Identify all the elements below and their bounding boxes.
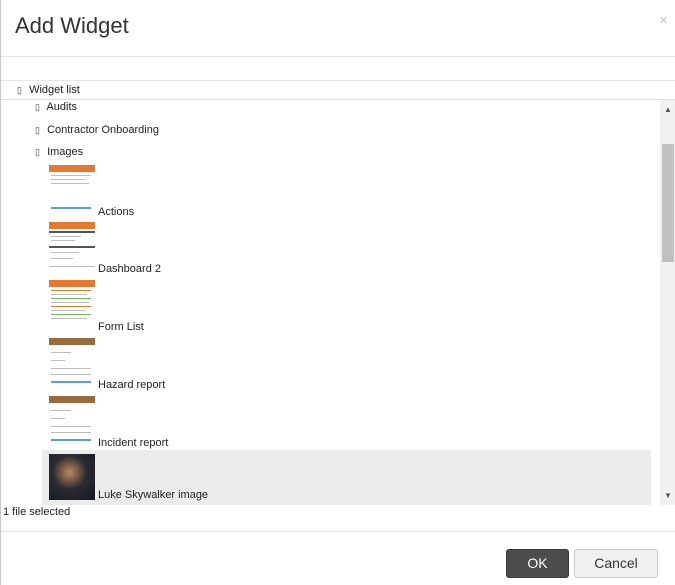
tree-root-label: Widget list (29, 84, 80, 96)
image-item-label: Form List (98, 321, 144, 333)
image-item-label: Incident report (98, 437, 169, 449)
close-icon[interactable]: × (659, 12, 668, 29)
image-item-form-list[interactable]: Form List (42, 280, 651, 336)
form-list-thumbnail (49, 280, 95, 326)
image-item-incident-report[interactable]: Incident report (42, 396, 651, 452)
image-item-label: Dashboard 2 (98, 263, 161, 275)
dashboard-thumbnail (49, 222, 95, 268)
tree-folder-contractor-onboarding[interactable]: ▯ Contractor Onboarding (35, 124, 159, 136)
tree-root-widget-list[interactable]: ▯ Widget list (17, 84, 80, 96)
tree-folder-images[interactable]: ▯ Images (35, 146, 83, 158)
add-widget-dialog: Add Widget × ▯ Widget list ▯ Audits ▯ Co… (0, 0, 675, 585)
folder-icon: ▯ (35, 102, 40, 112)
incident-report-thumbnail (49, 396, 95, 442)
scroll-up-icon[interactable]: ▲ (660, 102, 675, 118)
image-item-label: Actions (98, 206, 135, 218)
image-item-actions[interactable]: Actions (42, 165, 651, 221)
dialog-title: Add Widget (15, 13, 129, 38)
divider (1, 80, 675, 81)
ok-button[interactable]: OK (506, 549, 569, 578)
cancel-button[interactable]: Cancel (574, 549, 658, 578)
image-item-label: Luke Skywalker image (98, 489, 209, 501)
widget-tree[interactable]: ▯ Audits ▯ Contractor Onboarding ▯ Image… (1, 100, 675, 505)
tree-folder-label: Images (47, 146, 84, 158)
tree-folder-audits[interactable]: ▯ Audits (35, 101, 77, 113)
image-item-label: Hazard report (98, 379, 166, 391)
tree-folder-label: Audits (46, 101, 78, 113)
dialog-header: Add Widget × (1, 0, 675, 57)
folder-icon: ▯ (35, 147, 40, 157)
folder-icon: ▯ (35, 125, 40, 135)
image-item-hazard-report[interactable]: Hazard report (42, 338, 651, 394)
scrollbar-thumb[interactable] (662, 144, 674, 262)
image-item-dashboard-2[interactable]: Dashboard 2 (42, 222, 651, 278)
portrait-photo (49, 454, 95, 500)
actions-thumbnail (49, 165, 95, 211)
tree-folder-label: Contractor Onboarding (47, 124, 159, 136)
selection-status: 1 file selected (3, 506, 71, 518)
image-item-luke-skywalker-image[interactable]: Luke Skywalker image (42, 450, 651, 505)
vertical-scrollbar[interactable]: ▲ ▼ (660, 100, 675, 505)
scroll-down-icon[interactable]: ▼ (660, 488, 675, 504)
hazard-report-thumbnail (49, 338, 95, 384)
folder-icon: ▯ (17, 85, 22, 95)
divider (1, 531, 675, 532)
